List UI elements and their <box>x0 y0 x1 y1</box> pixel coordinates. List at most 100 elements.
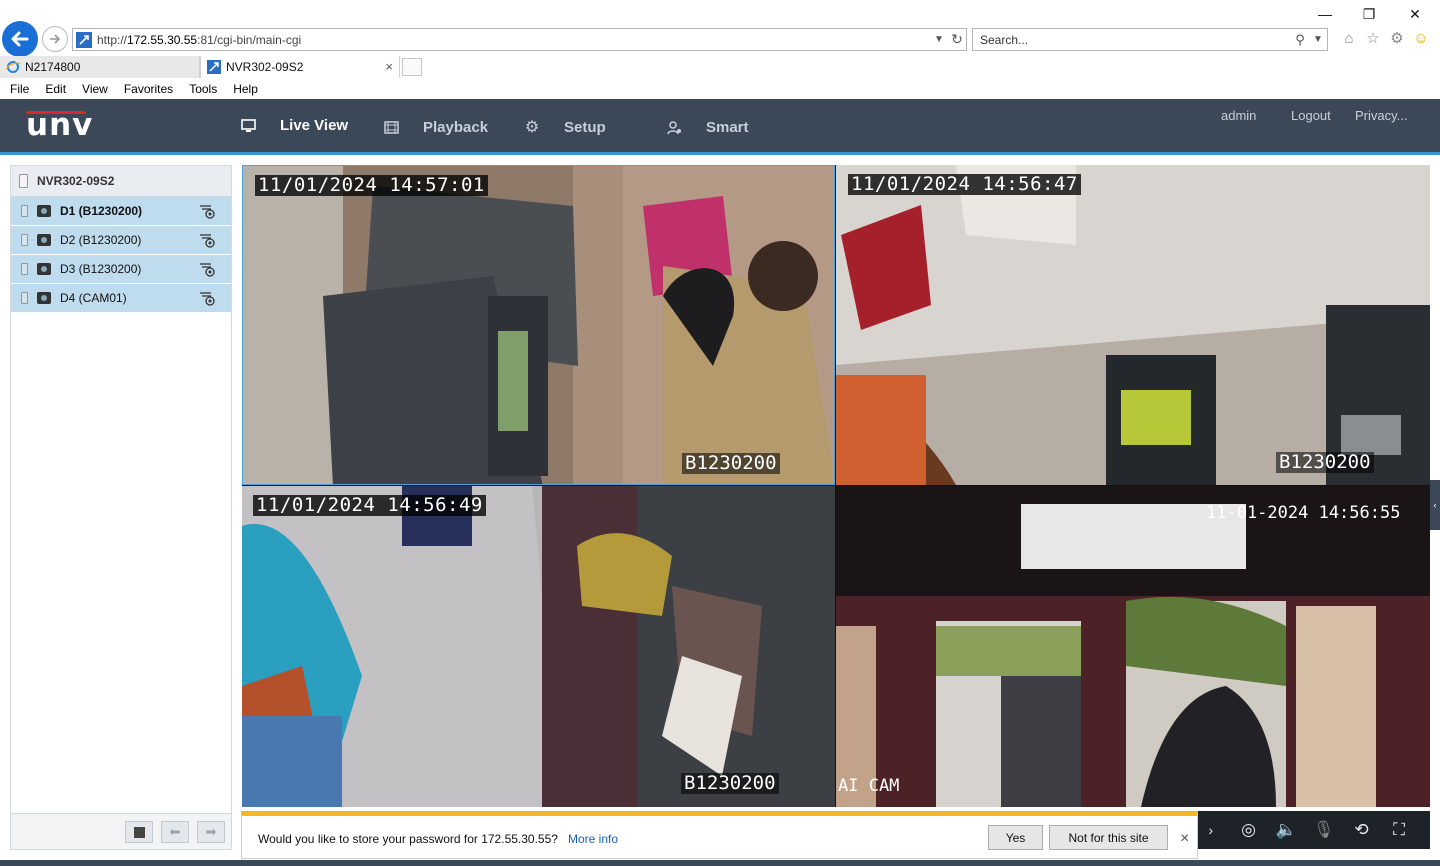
tab-n2174800[interactable]: N2174800 <box>0 56 200 78</box>
search-input[interactable] <box>980 32 1291 47</box>
menu-bar: File Edit View Favorites Tools Help <box>0 78 1440 99</box>
live-video-grid: 11/01/2024 14:57:01 B1230200 11/01/2024 … <box>242 165 1430 807</box>
device-sidebar: NVR302-09S2 D1 (B1230200) D2 (B1230200) … <box>10 165 232 850</box>
video-tile-4[interactable]: 11-01-2024 14:56:55 AI CAM <box>836 486 1430 807</box>
stop-all-button[interactable] <box>125 821 153 843</box>
favorites-star-icon[interactable]: ☆ <box>1364 29 1382 47</box>
restore-button[interactable]: ❐ <box>1349 3 1389 25</box>
close-window-button[interactable]: ✕ <box>1395 3 1435 25</box>
stop-icon <box>133 826 145 838</box>
site-favicon-icon <box>207 60 221 74</box>
osd-timestamp: 11/01/2024 14:56:47 <box>848 174 1081 195</box>
collapse-panel-handle[interactable]: ‹ <box>1430 480 1440 530</box>
arrow-right-icon: ➡ <box>205 824 217 839</box>
camera-icon <box>37 205 51 217</box>
forward-button[interactable] <box>42 26 68 52</box>
camera-icon <box>37 234 51 246</box>
privacy-link[interactable]: Privacy... <box>1355 108 1408 123</box>
nav-smart[interactable]: Smart <box>666 99 749 155</box>
search-box[interactable]: ⚲ ▼ <box>972 28 1328 51</box>
yes-button[interactable]: Yes <box>988 825 1043 850</box>
live-control-bar: › ◎ 🔈 🎙 ⟲ ⛶ <box>1180 811 1430 849</box>
playback-ctrl-icon[interactable]: › <box>1199 818 1223 842</box>
3d-zoom-icon[interactable]: ⟲ <box>1349 818 1373 842</box>
home-icon[interactable]: ⌂ <box>1340 29 1358 47</box>
device-name: NVR302-09S2 <box>37 174 115 188</box>
nav-label: Smart <box>706 118 749 136</box>
user-admin-link[interactable]: admin <box>1221 108 1256 123</box>
monitor-icon <box>240 118 256 134</box>
drag-handle-icon[interactable] <box>21 205 28 217</box>
channel-label: D3 (B1230200) <box>60 262 142 276</box>
url-path: :81/cgi-bin/main-cgi <box>197 32 302 47</box>
back-button[interactable] <box>2 21 38 57</box>
video-tile-3[interactable]: 11/01/2024 14:56:49 B1230200 <box>242 486 835 807</box>
address-bar[interactable]: http://172.55.30.55:81/cgi-bin/main-cgi … <box>72 28 967 51</box>
record-camera-icon[interactable] <box>199 204 217 219</box>
nav-label: Setup <box>564 118 606 136</box>
not-for-this-site-button[interactable]: Not for this site <box>1049 825 1168 850</box>
next-page-button[interactable]: ➡ <box>197 821 225 843</box>
record-camera-icon[interactable] <box>199 262 217 277</box>
logout-link[interactable]: Logout <box>1291 108 1331 123</box>
nav-live-view[interactable]: Live View <box>220 99 369 155</box>
arrow-left-icon: ⬅ <box>169 824 181 839</box>
minimize-button[interactable]: — <box>1305 3 1345 25</box>
camera-feed-image <box>836 165 1430 485</box>
record-camera-icon[interactable] <box>199 233 217 248</box>
refresh-icon[interactable]: ↻ <box>948 31 966 49</box>
nav-label: Playback <box>423 118 489 136</box>
search-dropdown-icon[interactable]: ▼ <box>1309 31 1327 49</box>
nvr-device-icon <box>19 174 28 188</box>
fullscreen-icon[interactable]: ⛶ <box>1387 818 1411 842</box>
new-tab-button[interactable] <box>402 58 422 76</box>
notification-message: Would you like to store your password fo… <box>258 832 558 846</box>
record-camera-icon[interactable] <box>199 291 217 306</box>
sidebar-footer: ⬅ ➡ <box>11 813 231 849</box>
chevron-left-icon: ‹ <box>1433 500 1437 510</box>
nav-setup[interactable]: ⚙ Setup <box>524 99 606 155</box>
drag-handle-icon[interactable] <box>21 292 28 304</box>
osd-camera-name: B1230200 <box>681 773 779 794</box>
browser-toolbar: http://172.55.30.55:81/cgi-bin/main-cgi … <box>0 0 1440 57</box>
close-tab-icon[interactable]: × <box>385 59 393 74</box>
camera-icon <box>37 263 51 275</box>
search-icon[interactable]: ⚲ <box>1291 31 1309 49</box>
person-icon <box>666 119 682 135</box>
settings-gear-icon[interactable]: ⚙ <box>1388 29 1406 47</box>
channel-item-d1[interactable]: D1 (B1230200) <box>11 197 231 226</box>
url-prefix: http:// <box>97 32 128 47</box>
channel-item-d3[interactable]: D3 (B1230200) <box>11 255 231 284</box>
camera-feed-image <box>242 486 835 807</box>
drag-handle-icon[interactable] <box>21 263 28 275</box>
camera-feed-image <box>836 486 1430 807</box>
device-header[interactable]: NVR302-09S2 <box>11 166 231 197</box>
ptz-icon[interactable]: ◎ <box>1236 818 1260 842</box>
address-dropdown-icon[interactable]: ▼ <box>930 31 948 49</box>
channel-label: D4 (CAM01) <box>60 291 127 305</box>
video-tile-2[interactable]: 11/01/2024 14:56:47 B1230200 <box>836 165 1430 485</box>
menu-favorites[interactable]: Favorites <box>124 82 173 96</box>
menu-file[interactable]: File <box>10 82 29 96</box>
drag-handle-icon[interactable] <box>21 234 28 246</box>
address-url[interactable]: http://172.55.30.55:81/cgi-bin/main-cgi <box>97 33 930 47</box>
nav-label: Live View <box>280 117 349 134</box>
menu-view[interactable]: View <box>82 82 108 96</box>
close-icon[interactable]: × <box>1180 830 1189 848</box>
feedback-smiley-icon[interactable]: ☺ <box>1412 29 1430 47</box>
channel-item-d4[interactable]: D4 (CAM01) <box>11 284 231 313</box>
nav-playback[interactable]: Playback <box>383 99 488 155</box>
tab-label: NVR302-09S2 <box>226 60 304 74</box>
tab-nvr302-09s2[interactable]: NVR302-09S2 × <box>200 56 400 78</box>
menu-edit[interactable]: Edit <box>45 82 66 96</box>
microphone-icon[interactable]: 🎙 <box>1312 818 1336 842</box>
volume-icon[interactable]: 🔈 <box>1274 818 1298 842</box>
url-host: 172.55.30.55 <box>127 32 198 47</box>
channel-item-d2[interactable]: D2 (B1230200) <box>11 226 231 255</box>
menu-tools[interactable]: Tools <box>189 82 217 96</box>
previous-page-button[interactable]: ⬅ <box>161 821 189 843</box>
menu-help[interactable]: Help <box>233 82 258 96</box>
more-info-link[interactable]: More info <box>568 832 618 846</box>
video-tile-1[interactable]: 11/01/2024 14:57:01 B1230200 <box>242 165 835 485</box>
unv-logo: unv <box>26 107 94 143</box>
